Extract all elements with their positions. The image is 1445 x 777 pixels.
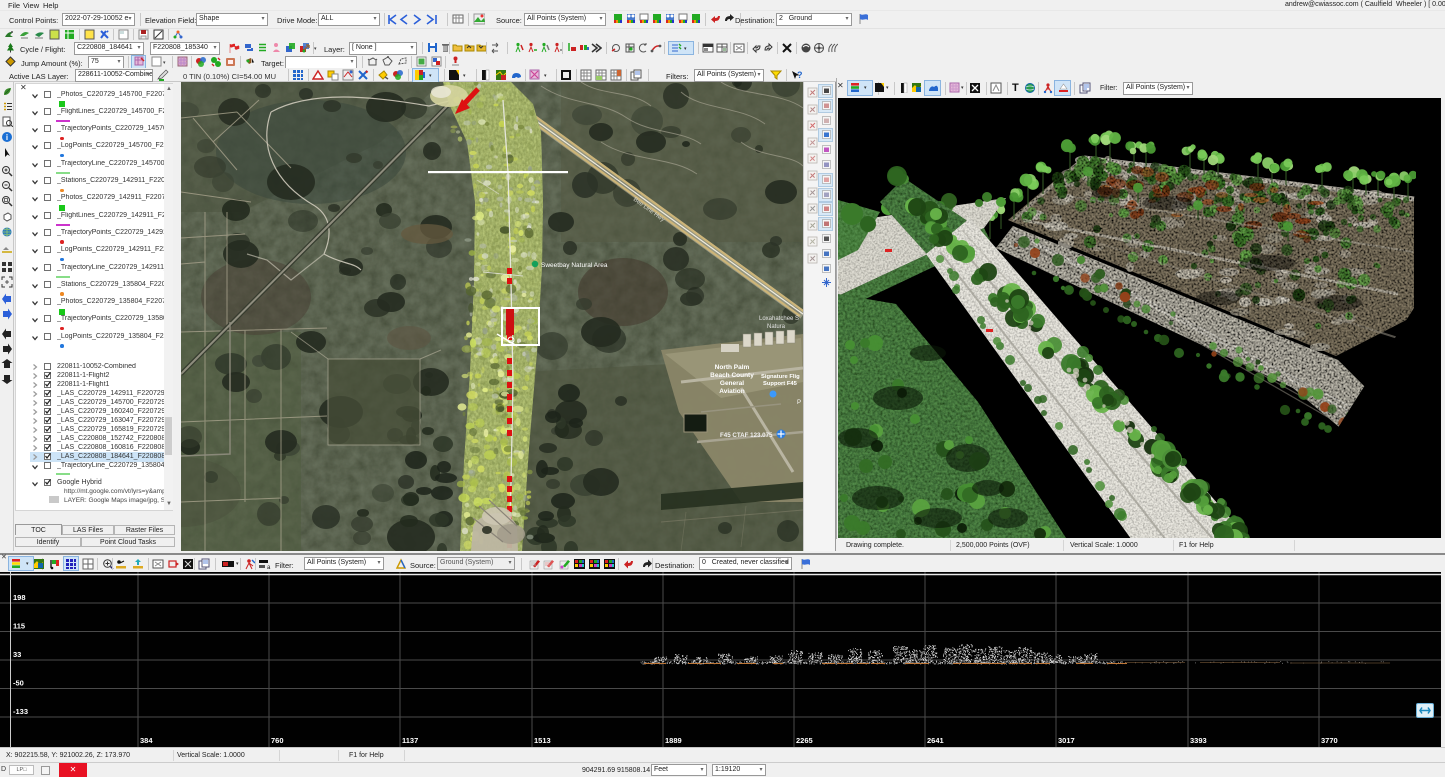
svg-text:-133: -133 bbox=[13, 707, 28, 716]
svg-text:-50: -50 bbox=[13, 679, 24, 688]
svg-text:2265: 2265 bbox=[796, 736, 813, 745]
svg-text:General: General bbox=[720, 380, 744, 387]
svg-text:F45 CTAF 123.075: F45 CTAF 123.075 bbox=[720, 432, 773, 439]
svg-text:Sweetbay Natural Area: Sweetbay Natural Area bbox=[541, 262, 608, 269]
svg-text:3017: 3017 bbox=[1058, 736, 1075, 745]
svg-text:760: 760 bbox=[271, 736, 284, 745]
svg-text:Natura: Natura bbox=[767, 324, 786, 330]
svg-text:1889: 1889 bbox=[665, 736, 682, 745]
svg-text:198: 198 bbox=[13, 593, 26, 602]
svg-text:Beach County: Beach County bbox=[710, 372, 754, 379]
svg-text:North Palm: North Palm bbox=[715, 364, 750, 371]
svg-text:3393: 3393 bbox=[1190, 736, 1207, 745]
svg-text:Support F45: Support F45 bbox=[763, 381, 798, 387]
svg-text:1137: 1137 bbox=[402, 736, 418, 745]
svg-text:a: a bbox=[267, 565, 271, 570]
svg-text:P: P bbox=[797, 400, 801, 406]
svg-text:2641: 2641 bbox=[927, 736, 944, 745]
svg-text:i: i bbox=[6, 133, 8, 142]
svg-text:Signature Flig: Signature Flig bbox=[761, 374, 800, 380]
svg-text:?: ? bbox=[797, 70, 803, 80]
svg-text:3770: 3770 bbox=[1321, 736, 1338, 745]
svg-text:Aviation: Aviation bbox=[719, 388, 744, 395]
svg-text:1513: 1513 bbox=[534, 736, 551, 745]
svg-text:115: 115 bbox=[13, 622, 25, 631]
svg-text:384: 384 bbox=[140, 736, 153, 745]
svg-text:Loxahatchee S: Loxahatchee S bbox=[759, 316, 799, 322]
svg-text:33: 33 bbox=[13, 650, 21, 659]
